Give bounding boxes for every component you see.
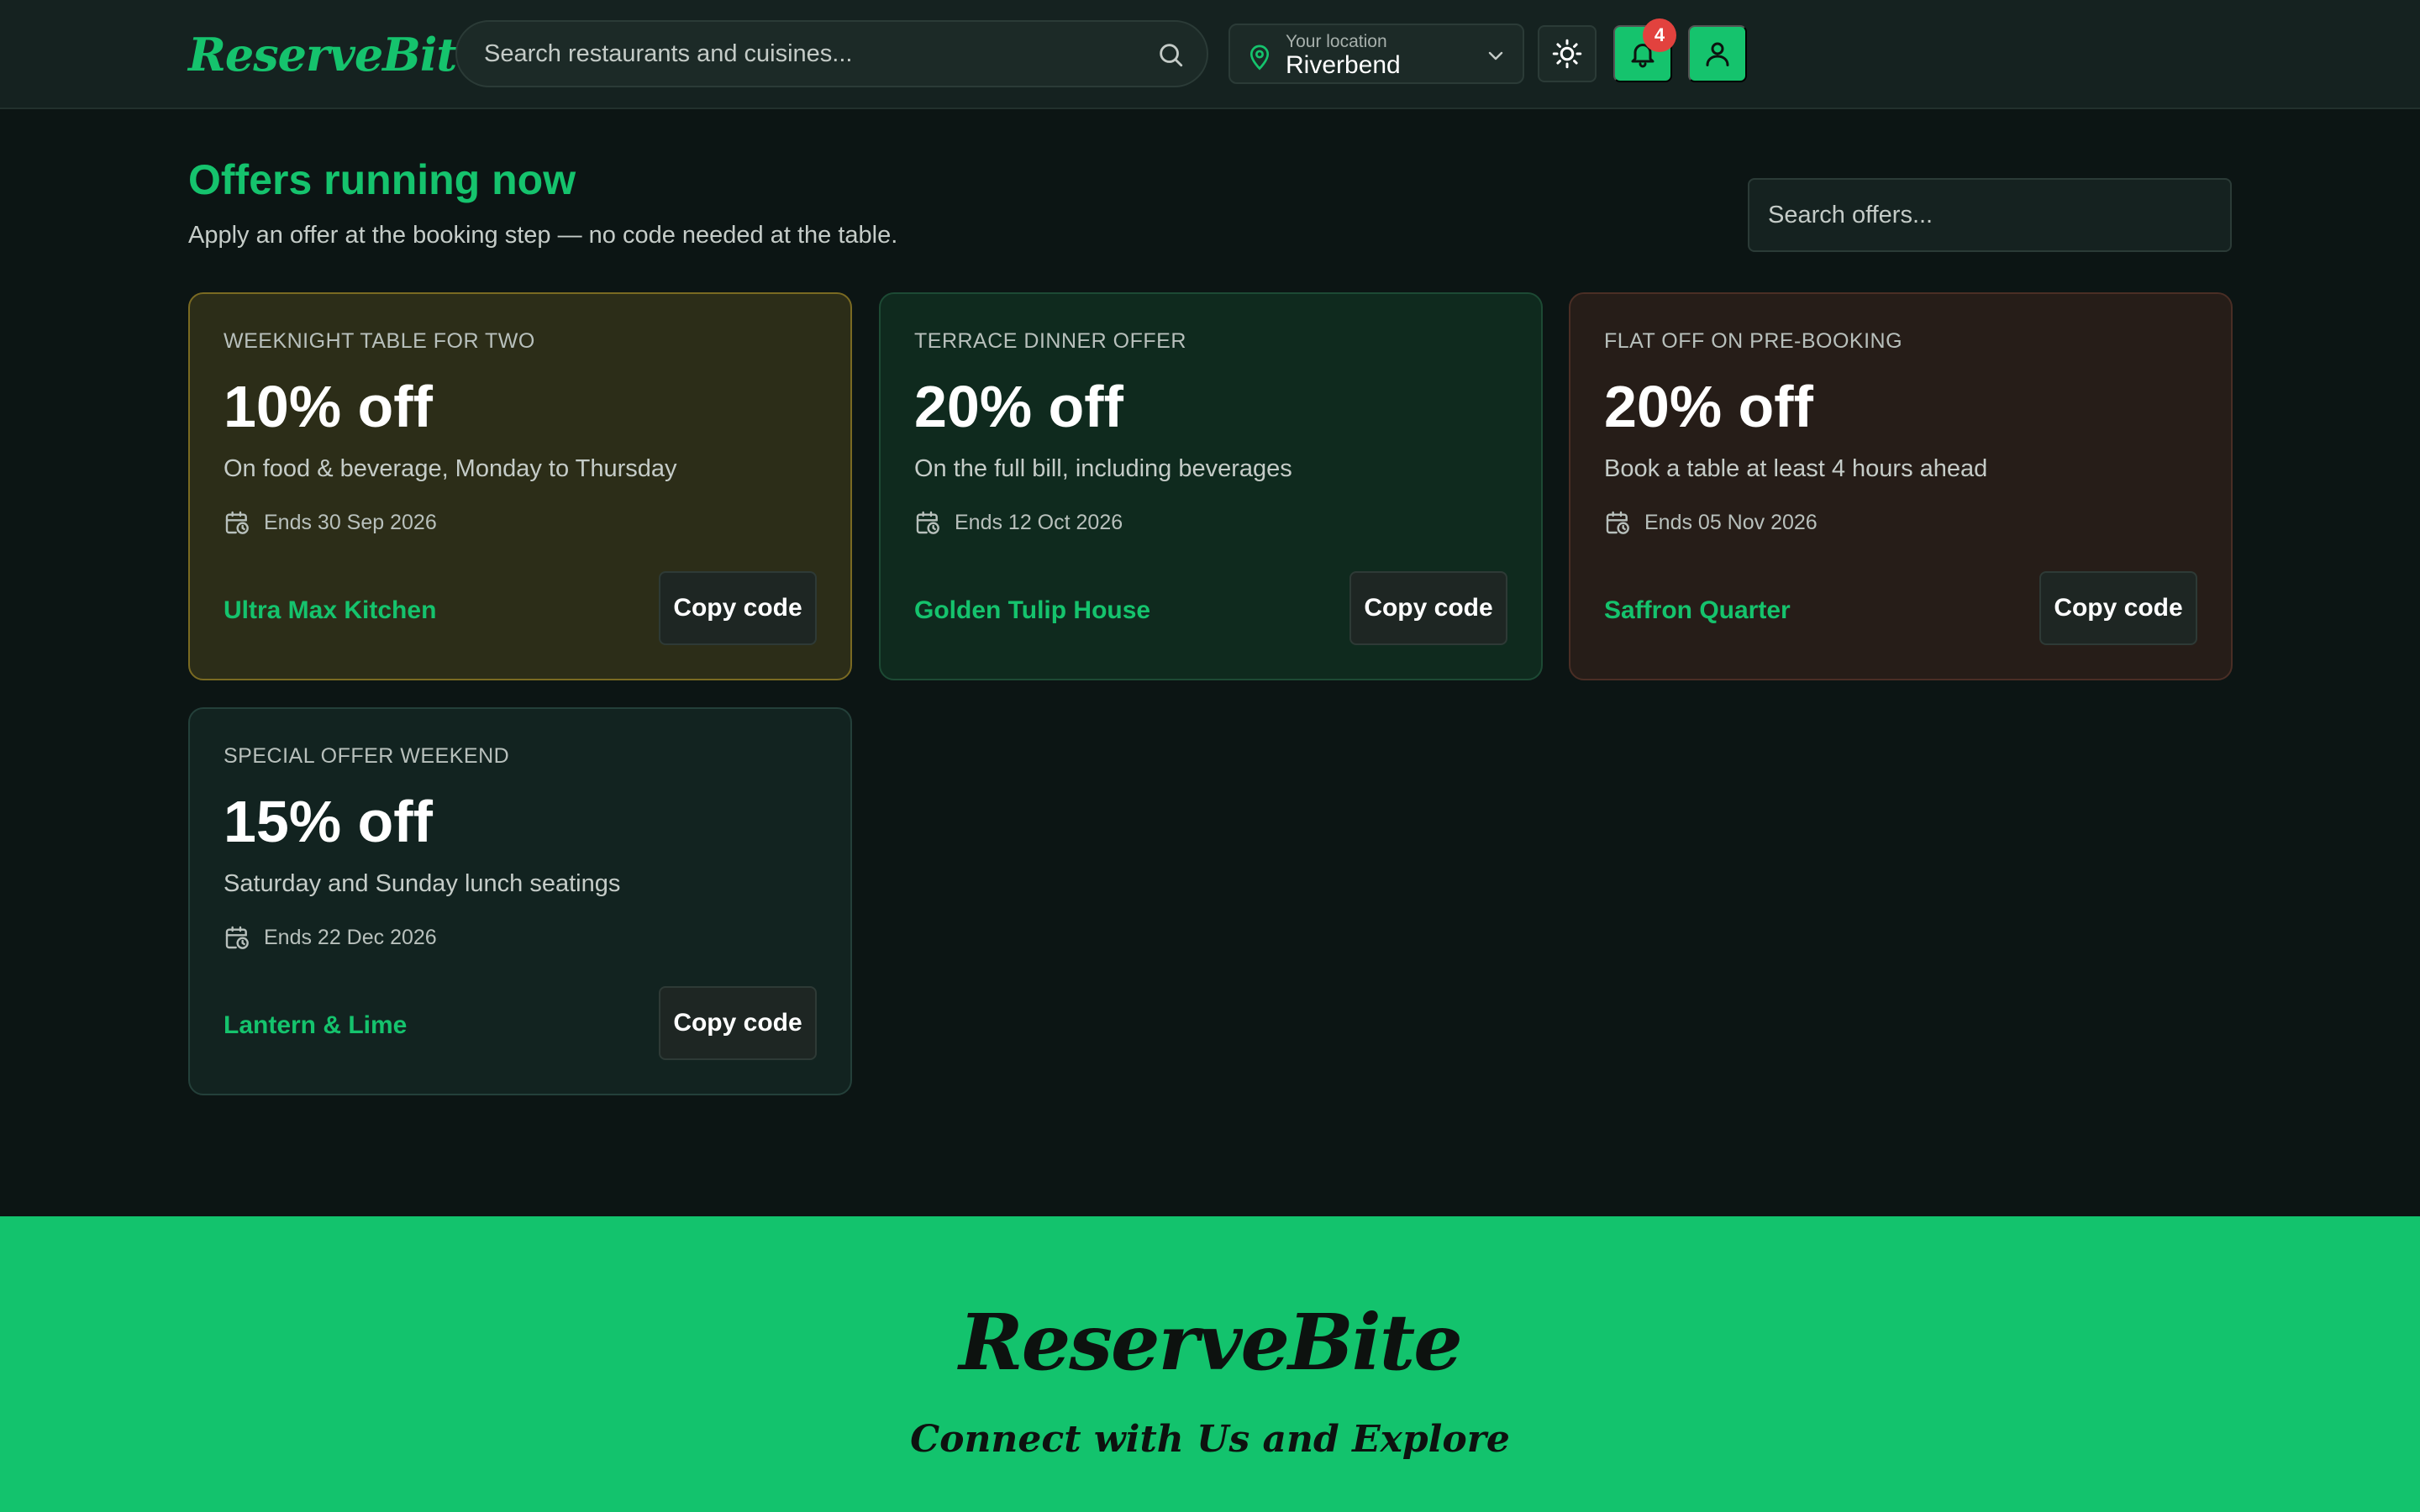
brand-logo[interactable]: ReserveBite bbox=[188, 25, 486, 84]
offer-description: On food & beverage, Monday to Thursday bbox=[224, 455, 677, 482]
page-title: Offers running now bbox=[188, 156, 576, 203]
offer-restaurant-link[interactable]: Lantern & Lime bbox=[224, 1011, 407, 1040]
page-subtitle: Apply an offer at the booking step — no … bbox=[188, 222, 898, 249]
copy-code-button[interactable]: Copy code bbox=[659, 986, 817, 1060]
offer-card: WEEKNIGHT TABLE FOR TWO 10% off On food … bbox=[188, 292, 852, 680]
offer-headline: 20% off bbox=[1604, 374, 1813, 439]
user-icon bbox=[1706, 42, 1729, 66]
offer-eyebrow: TERRACE DINNER OFFER bbox=[914, 329, 1186, 353]
top-navigation-bar: ReserveBite Your location Riverbend 4 bbox=[0, 0, 2420, 109]
offer-restaurant-link[interactable]: Golden Tulip House bbox=[914, 596, 1150, 625]
footer-tagline: Connect with Us and Explore bbox=[910, 1418, 1510, 1461]
offer-eyebrow: SPECIAL OFFER WEEKEND bbox=[224, 744, 510, 768]
offer-card: TERRACE DINNER OFFER 20% off On the full… bbox=[879, 292, 1543, 680]
offer-eyebrow: FLAT OFF ON PRE-BOOKING bbox=[1604, 329, 1903, 353]
offer-description: Saturday and Sunday lunch seatings bbox=[224, 870, 621, 897]
restaurant-search-box[interactable] bbox=[455, 20, 1208, 87]
offer-end-date: Ends 22 Dec 2026 bbox=[264, 926, 437, 949]
offer-restaurant-link[interactable]: Ultra Max Kitchen bbox=[224, 596, 436, 625]
offer-card: FLAT OFF ON PRE-BOOKING 20% off Book a t… bbox=[1569, 292, 2233, 680]
calendar-clock-icon bbox=[1606, 511, 1629, 534]
copy-code-button[interactable]: Copy code bbox=[2039, 571, 2197, 645]
location-caption: Your location bbox=[1286, 32, 1387, 51]
site-footer: ReserveBite Connect with Us and Explore bbox=[0, 1216, 2420, 1512]
offer-search-box[interactable] bbox=[1748, 178, 2232, 252]
theme-toggle-button[interactable] bbox=[1538, 25, 1597, 82]
chevron-down-icon bbox=[1488, 51, 1503, 60]
user-profile-button[interactable] bbox=[1688, 25, 1747, 82]
offer-end-date: Ends 30 Sep 2026 bbox=[264, 511, 437, 534]
offer-headline: 15% off bbox=[224, 789, 433, 854]
offer-restaurant-link[interactable]: Saffron Quarter bbox=[1604, 596, 1791, 625]
footer-brand-logo[interactable]: ReserveBite bbox=[0, 1297, 2420, 1388]
sun-icon bbox=[1552, 39, 1582, 69]
restaurant-search-input[interactable] bbox=[484, 22, 1156, 86]
copy-code-button[interactable]: Copy code bbox=[1349, 571, 1507, 645]
location-pin-icon bbox=[1249, 45, 1270, 71]
offer-description: Book a table at least 4 hours ahead bbox=[1604, 455, 1988, 482]
search-icon[interactable] bbox=[1156, 40, 1185, 69]
offer-eyebrow: WEEKNIGHT TABLE FOR TWO bbox=[224, 329, 535, 353]
copy-code-button[interactable]: Copy code bbox=[659, 571, 817, 645]
notification-count-badge: 4 bbox=[1643, 18, 1676, 52]
offer-card: SPECIAL OFFER WEEKEND 15% off Saturday a… bbox=[188, 707, 852, 1095]
location-value: Riverbend bbox=[1286, 51, 1401, 79]
offer-search-input[interactable] bbox=[1768, 180, 2213, 250]
offer-description: On the full bill, including beverages bbox=[914, 455, 1292, 482]
calendar-clock-icon bbox=[225, 511, 249, 534]
location-selector[interactable]: Your location Riverbend bbox=[1228, 24, 1524, 84]
offer-end-date: Ends 05 Nov 2026 bbox=[1644, 511, 1818, 534]
calendar-clock-icon bbox=[916, 511, 939, 534]
offer-headline: 10% off bbox=[224, 374, 433, 439]
offer-end-date: Ends 12 Oct 2026 bbox=[955, 511, 1123, 534]
calendar-clock-icon bbox=[225, 926, 249, 949]
offer-headline: 20% off bbox=[914, 374, 1123, 439]
